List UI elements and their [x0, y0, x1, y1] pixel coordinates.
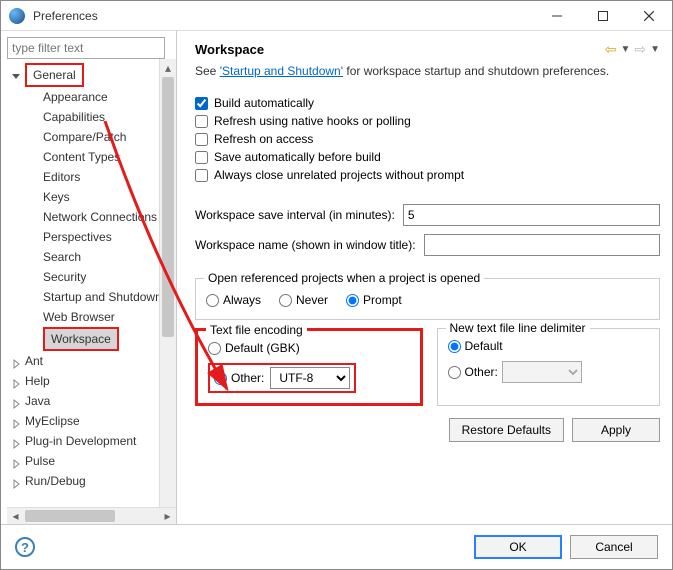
scroll-right-icon[interactable]: ▸ [159, 508, 176, 524]
back-icon[interactable]: ⇦ [605, 41, 617, 58]
restore-defaults-button[interactable]: Restore Defaults [449, 418, 564, 442]
encoding-other-row: Other: UTF-8 [208, 363, 356, 393]
tree-item[interactable]: Workspace [29, 327, 176, 351]
tree-item[interactable]: Web Browser [29, 307, 176, 327]
checkbox-row[interactable]: Always close unrelated projects without … [195, 168, 660, 182]
checkbox[interactable] [195, 133, 208, 146]
checkbox[interactable] [195, 151, 208, 164]
cancel-button[interactable]: Cancel [570, 535, 658, 559]
filter-input[interactable] [7, 37, 165, 59]
delimiter-title: New text file line delimiter [446, 321, 590, 335]
maximize-button[interactable] [580, 1, 626, 30]
dialog-body: GeneralAppearanceCapabilitiesCompare/Pat… [1, 31, 672, 524]
open-referenced-group: Open referenced projects when a project … [195, 278, 660, 320]
nav-arrows: ⇦ ▼ ⇨ ▼ [605, 41, 660, 58]
sidebar: GeneralAppearanceCapabilitiesCompare/Pat… [1, 31, 177, 524]
tree-item[interactable]: Search [29, 247, 176, 267]
tree-item[interactable]: Capabilities [29, 107, 176, 127]
tree-item[interactable]: Content Types [29, 147, 176, 167]
checkbox[interactable] [195, 97, 208, 110]
caret-down-icon[interactable] [11, 67, 21, 77]
checkbox-row[interactable]: Refresh on access [195, 132, 660, 146]
startup-shutdown-link[interactable]: 'Startup and Shutdown' [220, 64, 343, 78]
tree-item[interactable]: Network Connections [29, 207, 176, 227]
tree-item[interactable]: MyEclipse [11, 411, 176, 431]
tree-item[interactable]: General [11, 63, 176, 87]
caret-right-icon[interactable] [11, 375, 21, 385]
ok-button[interactable]: OK [474, 535, 562, 559]
tree-item[interactable]: Editors [29, 167, 176, 187]
tree-item[interactable]: Appearance [29, 87, 176, 107]
app-icon [9, 8, 25, 24]
window-title: Preferences [33, 9, 534, 23]
tree-item[interactable]: Ant [11, 351, 176, 371]
preferences-window: Preferences GeneralAppearanceCapabilitie… [0, 0, 673, 570]
forward-icon[interactable]: ⇨ [634, 41, 646, 58]
scroll-thumb[interactable] [162, 77, 174, 337]
apply-button[interactable]: Apply [572, 418, 660, 442]
scroll-up-icon[interactable]: ▴ [160, 59, 176, 76]
delimiter-group: New text file line delimiter Default Oth… [437, 328, 661, 406]
caret-right-icon[interactable] [11, 435, 21, 445]
caret-right-icon[interactable] [11, 395, 21, 405]
vertical-scrollbar[interactable]: ▴ ▾ [159, 59, 176, 524]
open-referenced-title: Open referenced projects when a project … [204, 271, 484, 285]
close-button[interactable] [626, 1, 672, 30]
scroll-thumb-h[interactable] [25, 510, 115, 522]
window-controls [534, 1, 672, 30]
titlebar[interactable]: Preferences [1, 1, 672, 31]
help-icon[interactable]: ? [15, 537, 35, 557]
radio-option[interactable]: Never [279, 293, 328, 307]
description: See 'Startup and Shutdown' for workspace… [195, 64, 660, 78]
tree-item[interactable]: Security [29, 267, 176, 287]
encoding-group: Text file encoding Default (GBK) Other: … [195, 328, 423, 406]
encoding-title: Text file encoding [206, 323, 307, 337]
workspace-name-input[interactable] [424, 234, 660, 256]
footer: ? OK Cancel [1, 524, 672, 569]
tree-wrap: GeneralAppearanceCapabilitiesCompare/Pat… [7, 63, 176, 507]
back-menu-icon[interactable]: ▼ [620, 44, 630, 55]
checkbox-row[interactable]: Build automatically [195, 96, 660, 110]
tree-item[interactable]: Plug-in Development [11, 431, 176, 451]
main-panel: Workspace ⇦ ▼ ⇨ ▼ See 'Startup and Shutd… [177, 31, 672, 524]
checkbox-row[interactable]: Refresh using native hooks or polling [195, 114, 660, 128]
caret-right-icon[interactable] [11, 475, 21, 485]
page-title: Workspace [195, 42, 605, 57]
tree-item[interactable]: Help [11, 371, 176, 391]
encoding-default-radio[interactable]: Default (GBK) [208, 341, 410, 355]
tree-item[interactable]: Compare/Patch [29, 127, 176, 147]
tree-item[interactable]: Perspectives [29, 227, 176, 247]
open-referenced-radios: Always Never Prompt [206, 293, 649, 307]
checkbox[interactable] [195, 115, 208, 128]
delimiter-combo [502, 361, 582, 383]
forward-menu-icon[interactable]: ▼ [650, 44, 660, 55]
checkbox-row[interactable]: Save automatically before build [195, 150, 660, 164]
tree-item[interactable]: Run/Debug [11, 471, 176, 491]
tree-item[interactable]: Java [11, 391, 176, 411]
tree-item[interactable]: Keys [29, 187, 176, 207]
checkbox[interactable] [195, 169, 208, 182]
horizontal-scrollbar[interactable]: ◂ ▸ [7, 507, 176, 524]
save-interval-input[interactable] [403, 204, 660, 226]
encoding-other-radio[interactable]: Other: [214, 371, 264, 385]
tree-item[interactable]: Startup and Shutdown [29, 287, 176, 307]
delimiter-default-radio[interactable]: Default [448, 339, 650, 353]
caret-right-icon[interactable] [11, 355, 21, 365]
radio-option[interactable]: Always [206, 293, 261, 307]
caret-right-icon[interactable] [11, 415, 21, 425]
encoding-combo[interactable]: UTF-8 [270, 367, 350, 389]
save-interval-label: Workspace save interval (in minutes): [195, 208, 395, 222]
caret-right-icon[interactable] [11, 455, 21, 465]
radio-option[interactable]: Prompt [346, 293, 402, 307]
workspace-name-label: Workspace name (shown in window title): [195, 238, 416, 252]
tree-item[interactable]: Pulse [11, 451, 176, 471]
delimiter-other-radio[interactable]: Other: [448, 361, 650, 383]
minimize-button[interactable] [534, 1, 580, 30]
scroll-left-icon[interactable]: ◂ [7, 508, 24, 524]
checkbox-group: Build automatically Refresh using native … [195, 96, 660, 186]
preferences-tree[interactable]: GeneralAppearanceCapabilitiesCompare/Pat… [7, 63, 176, 491]
